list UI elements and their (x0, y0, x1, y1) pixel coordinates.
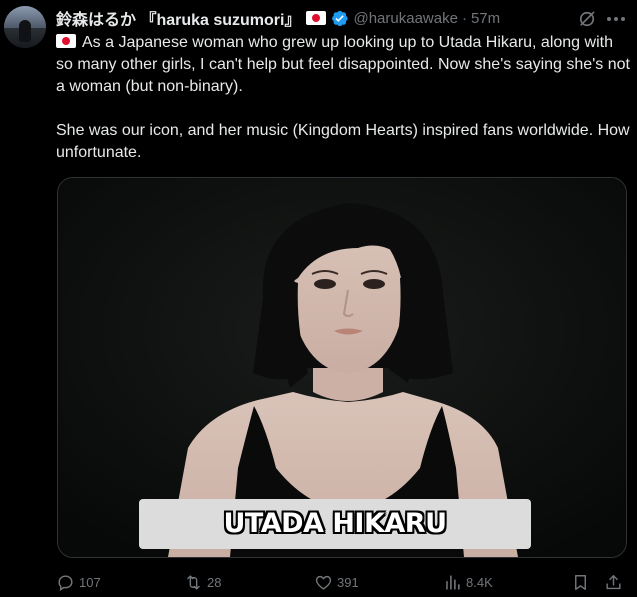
tweet-text: As a Japanese woman who grew up looking … (56, 32, 631, 164)
repost-button[interactable]: 28 (184, 570, 221, 594)
repost-count: 28 (207, 574, 222, 590)
tweet-media-image[interactable]: UTADA HIKARU (they/them) (57, 177, 627, 558)
view-count: 8.4K (466, 574, 493, 590)
tweet-paragraph-1-text: As a Japanese woman who grew up looking … (56, 34, 630, 95)
reply-button[interactable]: 107 (56, 570, 101, 594)
like-count: 391 (337, 574, 359, 590)
japan-flag-icon (56, 34, 76, 48)
heart-icon (315, 575, 332, 590)
timestamp[interactable]: 57m (471, 10, 500, 27)
verified-badge-icon[interactable] (330, 9, 349, 28)
repost-icon (187, 574, 200, 590)
japan-flag-icon (306, 11, 327, 25)
tweet-paragraph-2: She was our icon, and her music (Kingdom… (56, 122, 630, 161)
grok-icon[interactable] (577, 9, 597, 29)
avatar-figure (19, 20, 31, 42)
share-button[interactable] (604, 570, 623, 594)
analytics-icon (446, 574, 460, 590)
tweet-header: 鈴森はるか 『haruka suzumori』 @harukaawake · 5… (56, 6, 500, 30)
more-options-icon[interactable] (604, 9, 628, 29)
like-button[interactable]: 391 (314, 570, 359, 594)
bookmark-icon (575, 574, 586, 590)
separator-dot: · (461, 9, 467, 27)
action-bar: 107 28 391 8.4K (56, 570, 631, 594)
bookmark-button[interactable] (571, 570, 590, 594)
share-icon (606, 574, 621, 589)
reply-icon (58, 574, 73, 591)
display-name[interactable]: 鈴森はるか 『haruka suzumori』 (56, 6, 300, 30)
tweet: 鈴森はるか 『haruka suzumori』 @harukaawake · 5… (0, 0, 637, 597)
handle[interactable]: @harukaawake (353, 10, 457, 27)
views-button[interactable]: 8.4K (443, 570, 493, 594)
video-caption: UTADA HIKARU (they/them) (139, 499, 531, 549)
avatar[interactable] (4, 6, 46, 48)
reply-count: 107 (79, 574, 101, 590)
tweet-paragraph-1: As a Japanese woman who grew up looking … (56, 32, 631, 98)
